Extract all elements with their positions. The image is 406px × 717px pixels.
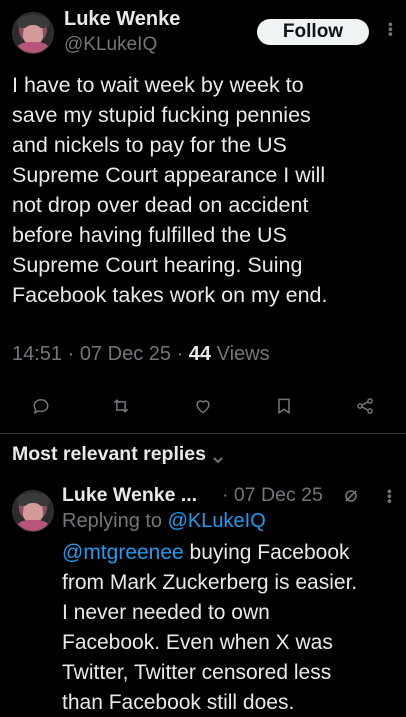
avatar[interactable] (12, 12, 54, 54)
tweet-text: I have to wait week by week to save my s… (12, 73, 328, 307)
meta-separator: · (171, 343, 189, 365)
reply-avatar[interactable] (12, 490, 54, 532)
bookmark-icon[interactable] (270, 392, 298, 420)
author-name[interactable]: Luke Wenke (64, 8, 180, 31)
author-handle[interactable]: @KLukeIQ (64, 34, 157, 56)
reply-author-name[interactable]: Luke Wenke ... (62, 484, 197, 507)
meta-separator: · (62, 343, 80, 365)
more-options-icon[interactable]: ••• (383, 22, 399, 37)
replying-to: Replying to @KLukeIQ (62, 510, 266, 533)
reply-date[interactable]: · 07 Dec 25 (222, 484, 323, 507)
repost-icon[interactable] (107, 392, 135, 420)
tweet-time[interactable]: 14:51 (12, 343, 62, 365)
views-label: Views (211, 343, 270, 365)
chevron-down-icon (212, 449, 224, 463)
reply-text: @mtgreenee buying Facebook from Mark Zuc… (62, 538, 402, 717)
replying-to-handle[interactable]: @KLukeIQ (168, 510, 266, 532)
like-icon[interactable] (189, 392, 217, 420)
tweet-date[interactable]: 07 Dec 25 (80, 343, 171, 365)
reply-more-options-icon[interactable]: ••• (382, 489, 398, 504)
tweet-meta: 14:51 · 07 Dec 25 · 44 Views (12, 343, 270, 366)
reply-body: buying Facebook from Mark Zuckerberg is … (62, 541, 358, 714)
follow-button[interactable]: Follow (257, 19, 369, 45)
share-icon[interactable] (351, 392, 379, 420)
views-count[interactable]: 44 (189, 343, 211, 365)
reply-icon[interactable] (27, 392, 55, 420)
reply-mention[interactable]: @mtgreenee (62, 541, 184, 564)
replies-sort-label: Most relevant replies (12, 443, 206, 465)
grok-icon[interactable] (343, 488, 359, 504)
action-bar (0, 392, 406, 422)
divider (0, 433, 406, 434)
replies-sort-dropdown[interactable]: Most relevant replies (12, 443, 224, 466)
replying-to-prefix: Replying to (62, 510, 168, 532)
